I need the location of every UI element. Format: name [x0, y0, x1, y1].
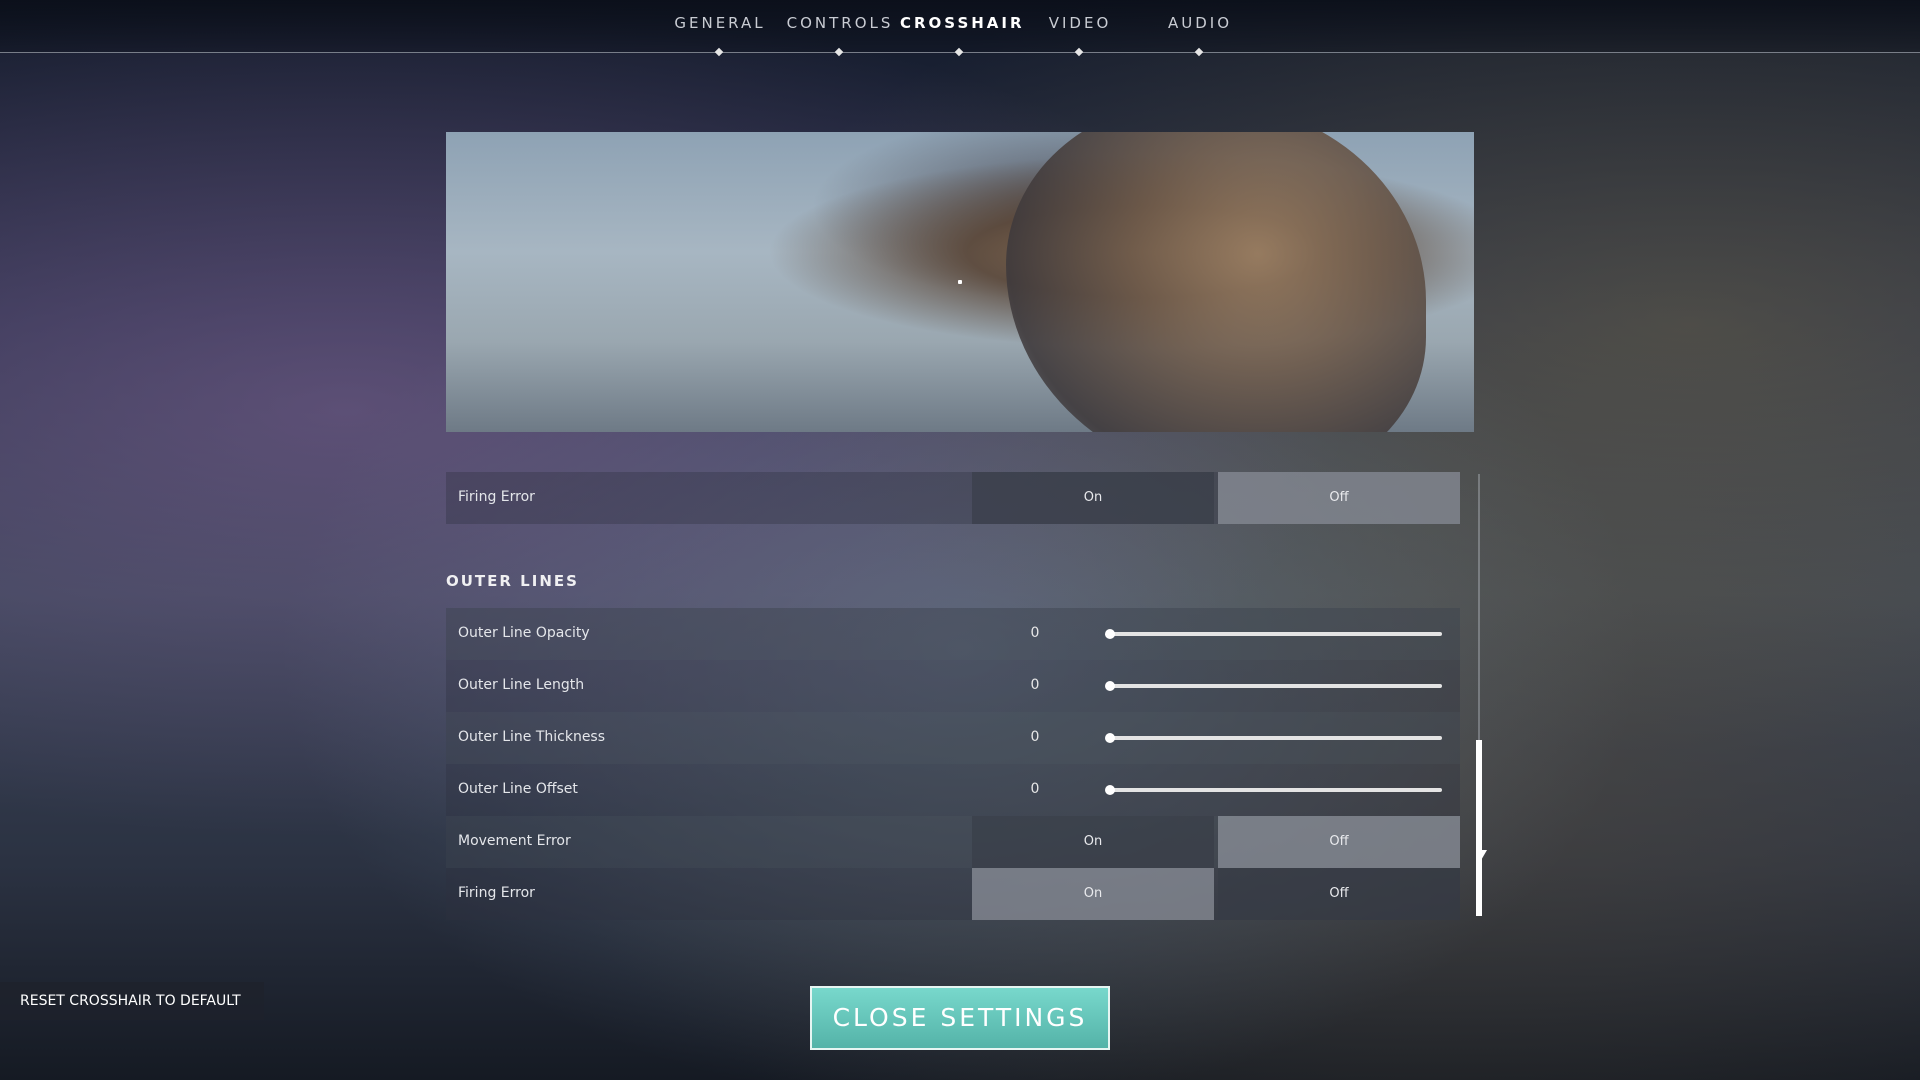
setting-row-outer-line-offset: Outer Line Offset 0 — [446, 764, 1460, 816]
setting-row-outer-line-length: Outer Line Length 0 — [446, 660, 1460, 712]
setting-label: Outer Line Opacity — [458, 625, 590, 641]
setting-row-movement-error: Movement Error On Off — [446, 816, 1460, 868]
outer-line-length-slider[interactable] — [1105, 681, 1442, 691]
slider-knob[interactable] — [1105, 785, 1115, 795]
preview-background-image — [1006, 132, 1426, 432]
setting-row-outer-line-opacity: Outer Line Opacity 0 — [446, 608, 1460, 660]
setting-row-outer-line-thickness: Outer Line Thickness 0 — [446, 712, 1460, 764]
slider-knob[interactable] — [1105, 681, 1115, 691]
outer-line-thickness-slider[interactable] — [1105, 733, 1442, 743]
crosshair-preview — [446, 132, 1474, 432]
tab-video-label: VIDEO — [1048, 14, 1112, 32]
mouse-cursor-icon — [1480, 850, 1487, 862]
setting-label: Outer Line Length — [458, 677, 585, 693]
tab-general[interactable]: GENERAL — [660, 14, 780, 57]
firing-error-top-off-button[interactable]: Off — [1218, 472, 1460, 524]
setting-label: Outer Line Offset — [458, 781, 578, 797]
outer-line-opacity-slider[interactable] — [1105, 629, 1442, 639]
close-settings-button[interactable]: CLOSE SETTINGS — [810, 986, 1110, 1050]
movement-error-on-button[interactable]: On — [972, 816, 1214, 868]
settings-scrollbar-thumb[interactable] — [1476, 740, 1482, 916]
slider-knob[interactable] — [1105, 733, 1115, 743]
tab-controls[interactable]: CONTROLS — [780, 14, 900, 57]
tab-crosshair[interactable]: CROSSHAIR — [900, 14, 1022, 57]
setting-row-firing-error: Firing Error On Off — [446, 868, 1460, 920]
tab-marker-icon — [1194, 47, 1204, 57]
crosshair-dot-icon — [958, 280, 962, 284]
firing-error-off-button[interactable]: Off — [1218, 868, 1460, 920]
tab-audio-label: AUDIO — [1167, 14, 1233, 32]
setting-value: 0 — [1030, 729, 1040, 745]
slider-knob[interactable] — [1105, 629, 1115, 639]
tab-marker-icon — [954, 47, 964, 57]
tab-marker-icon — [714, 47, 724, 57]
setting-row-firing-error-top: Firing Error On Off — [446, 472, 1460, 524]
setting-value: 0 — [1030, 677, 1040, 693]
setting-label: Firing Error — [458, 489, 535, 505]
firing-error-on-button[interactable]: On — [972, 868, 1214, 920]
outer-line-offset-slider[interactable] — [1105, 785, 1442, 795]
settings-tab-bar: GENERAL CONTROLS CROSSHAIR VIDEO AUDIO — [0, 0, 1920, 57]
tab-general-label: GENERAL — [674, 14, 766, 32]
reset-crosshair-button[interactable]: RESET CROSSHAIR TO DEFAULT — [0, 982, 264, 1020]
setting-value: 0 — [1030, 625, 1040, 641]
setting-label: Outer Line Thickness — [458, 729, 606, 745]
firing-error-top-on-button[interactable]: On — [972, 472, 1214, 524]
setting-value: 0 — [1030, 781, 1040, 797]
tab-controls-label: CONTROLS — [786, 14, 894, 32]
tab-video[interactable]: VIDEO — [1020, 14, 1140, 57]
tab-marker-icon — [1074, 47, 1084, 57]
setting-label: Firing Error — [458, 885, 535, 901]
movement-error-off-button[interactable]: Off — [1218, 816, 1460, 868]
tab-marker-icon — [834, 47, 844, 57]
tab-crosshair-label: CROSSHAIR — [900, 14, 1025, 32]
setting-label: Movement Error — [458, 833, 571, 849]
section-title-outer-lines: OUTER LINES — [446, 572, 579, 590]
tab-audio[interactable]: AUDIO — [1140, 14, 1260, 57]
